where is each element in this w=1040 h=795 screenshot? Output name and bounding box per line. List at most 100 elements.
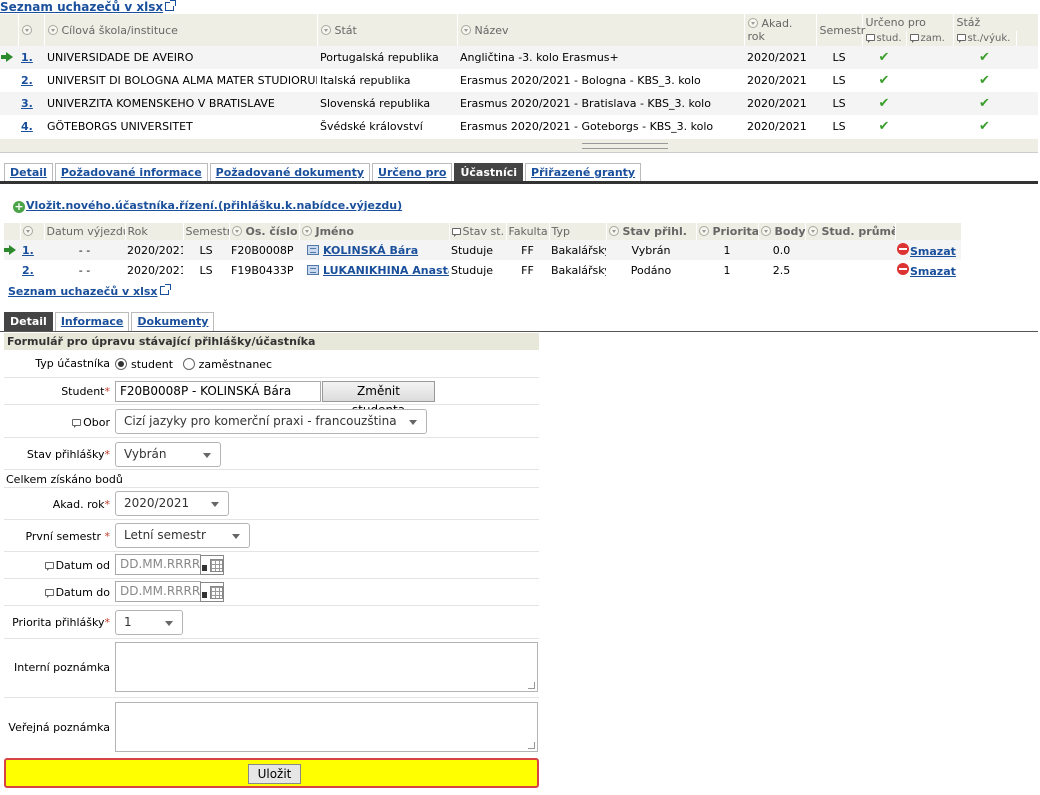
panel-splitter[interactable]	[0, 139, 1038, 153]
export-xlsx-link-text[interactable]: Seznam uchazečů v xlsx	[8, 285, 158, 298]
table-row[interactable]: 1. UNIVERSIDADE DE AVEIRO Portugalská re…	[0, 46, 1038, 69]
row-number-link[interactable]: 2.	[22, 264, 34, 277]
tab-required-info[interactable]: Požadované informace	[54, 163, 208, 182]
student-name-link[interactable]: KOLINSKÁ Bára	[323, 244, 418, 257]
col-country[interactable]: Stát	[317, 14, 458, 46]
splitter-grip-icon[interactable]	[582, 143, 668, 149]
sort-icon[interactable]	[301, 226, 312, 236]
sort-icon[interactable]	[608, 226, 619, 236]
col-name[interactable]: Název	[457, 14, 745, 46]
obor-select[interactable]: Cizí jazyky pro komerční praxi - francou…	[115, 409, 427, 434]
tab-assigned-grants[interactable]: Přiřazené granty	[525, 163, 642, 182]
student-field[interactable]: F20B0008P - KOLINSKÁ Bára	[115, 381, 321, 402]
label-date-from: Datum od	[4, 559, 110, 572]
application-state-select[interactable]: Vybrán	[115, 442, 221, 467]
col-stav-st[interactable]: Stav st.	[449, 223, 507, 240]
col-stav-prihl[interactable]: Stav přihl.	[606, 223, 697, 240]
col-intended-zam[interactable]: zam.	[906, 31, 954, 46]
tab-participants[interactable]: Účastníci	[454, 163, 524, 182]
sort-icon[interactable]	[47, 24, 58, 35]
sort-icon[interactable]	[231, 226, 242, 236]
table-row[interactable]: 2. UNIVERSIT DI BOLOGNA ALMA MATER STUDI…	[0, 69, 1038, 92]
cell-year: 2020/2021	[744, 115, 816, 138]
col-name[interactable]: Jméno	[299, 223, 450, 240]
sort-icon[interactable]	[807, 226, 818, 236]
radio-student[interactable]: student	[115, 358, 173, 371]
offer-tabs: Detail Požadované informace Požadované d…	[4, 163, 643, 182]
cell-name: KOLINSKÁ Bára	[299, 240, 449, 260]
add-participant-text[interactable]: Vložit.nového.účastníka.řízení.(přihlášk…	[26, 199, 402, 212]
public-note-textarea[interactable]	[115, 702, 538, 752]
export-xlsx-link-text[interactable]: Seznam uchazečů v xlsx	[0, 0, 163, 14]
student-card-icon[interactable]	[307, 244, 319, 255]
tab-participant-detail[interactable]: Detail	[4, 312, 53, 331]
table-row[interactable]: 4. GÖTEBORGS UNIVERSITET Švédské královs…	[0, 115, 1038, 138]
checkmark-icon: ✔	[979, 50, 990, 65]
sort-icon[interactable]	[760, 226, 771, 236]
col-body[interactable]: Body	[758, 223, 806, 240]
row-number-link[interactable]: 4.	[21, 120, 33, 133]
table-row[interactable]: 1. - - 2020/2021 LS F20B0008P KOLINSKÁ B…	[4, 240, 961, 260]
sort-icon[interactable]	[698, 226, 709, 236]
calendar-icon[interactable]	[200, 554, 224, 575]
sort-icon[interactable]	[22, 226, 33, 236]
col-sort-num[interactable]	[18, 14, 45, 46]
row-number-link[interactable]: 1.	[22, 244, 34, 257]
row-student: Student* F20B0008P - KOLINSKÁ Bára Změni…	[4, 378, 539, 417]
add-participant-link[interactable]: + Vložit.nového.účastníka.řízení.(přihláš…	[13, 199, 402, 213]
sort-icon[interactable]	[320, 24, 331, 35]
change-student-button[interactable]: Změnit studenta	[322, 381, 435, 417]
tab-detail[interactable]: Detail	[4, 163, 53, 182]
col-os[interactable]: Os. číslo	[229, 223, 300, 240]
delete-link[interactable]: Smazat	[910, 265, 956, 278]
sort-icon[interactable]	[747, 18, 758, 28]
col-year[interactable]: Akad. rok	[744, 14, 817, 46]
academic-year-select[interactable]: 2020/2021	[115, 491, 229, 516]
sort-icon[interactable]	[460, 24, 471, 35]
row-date-from: Datum od DD.MM.RRRR	[4, 552, 539, 579]
calendar-icon[interactable]	[200, 581, 224, 602]
save-button[interactable]: Uložit	[248, 764, 301, 784]
radio-employee[interactable]: zaměstnanec	[182, 358, 272, 371]
row-number-link[interactable]: 3.	[21, 97, 33, 110]
external-link-icon	[159, 284, 171, 295]
priority-select[interactable]: 1	[115, 610, 183, 635]
row-priority: Priorita přihlášky* 1	[4, 606, 539, 639]
table-row[interactable]: 2. - - 2020/2021 LS F19B0433P LUKANIKHIN…	[4, 260, 961, 280]
checkmark-icon: ✔	[878, 50, 890, 65]
tab-participant-documents[interactable]: Dokumenty	[131, 312, 215, 331]
date-from-input[interactable]: DD.MM.RRRR	[115, 554, 201, 575]
col-avg[interactable]: Stud. průměr	[805, 223, 896, 240]
col-staz-sub[interactable]: st./výuk.	[953, 31, 1017, 46]
student-card-icon[interactable]	[307, 264, 319, 275]
date-to-input[interactable]: DD.MM.RRRR	[115, 581, 201, 602]
radio-icon-checked[interactable]	[115, 358, 127, 370]
col-sort-num[interactable]	[20, 223, 45, 240]
form-title: Formulář pro úpravu stávající přihlášky/…	[4, 333, 539, 350]
export-xlsx-link-top[interactable]: Seznam uchazečů v xlsx	[0, 0, 177, 14]
delete-link[interactable]: Smazat	[910, 245, 956, 258]
col-priority[interactable]: Priorita	[696, 223, 759, 240]
row-number-link[interactable]: 1.	[21, 51, 33, 64]
internal-note-textarea[interactable]	[115, 642, 538, 692]
col-intended-stud[interactable]: stud.	[862, 31, 907, 46]
label-participant-type: Typ účastníka	[35, 357, 110, 370]
first-semester-select[interactable]: Letní semestr	[115, 523, 250, 548]
tab-participant-info[interactable]: Informace	[54, 312, 130, 331]
tab-intended-for[interactable]: Určeno pro	[372, 163, 453, 182]
col-school[interactable]: Cílová škola/instituce	[44, 14, 318, 46]
label-application-state: Stav přihlášky*	[26, 448, 110, 461]
delete-icon[interactable]	[897, 262, 909, 275]
tab-required-documents[interactable]: Požadované dokumenty	[209, 163, 371, 182]
delete-icon[interactable]	[897, 242, 909, 255]
cell-date: - -	[44, 240, 125, 260]
table-row[interactable]: 3. UNIVERZITA KOMENSKEHO V BRATISLAVE Sl…	[0, 92, 1038, 115]
cell-semester: LS	[199, 263, 213, 277]
sort-icon[interactable]	[21, 24, 32, 35]
export-xlsx-link-bottom[interactable]: Seznam uchazečů v xlsx	[8, 284, 171, 298]
radio-icon[interactable]	[182, 358, 195, 370]
cell-type: Bakalářský	[551, 263, 606, 277]
student-name-link[interactable]: LUKANIKHINA Anastasiia	[323, 264, 449, 277]
row-number-link[interactable]: 2.	[21, 74, 33, 87]
cell-priority: 1	[723, 263, 731, 277]
